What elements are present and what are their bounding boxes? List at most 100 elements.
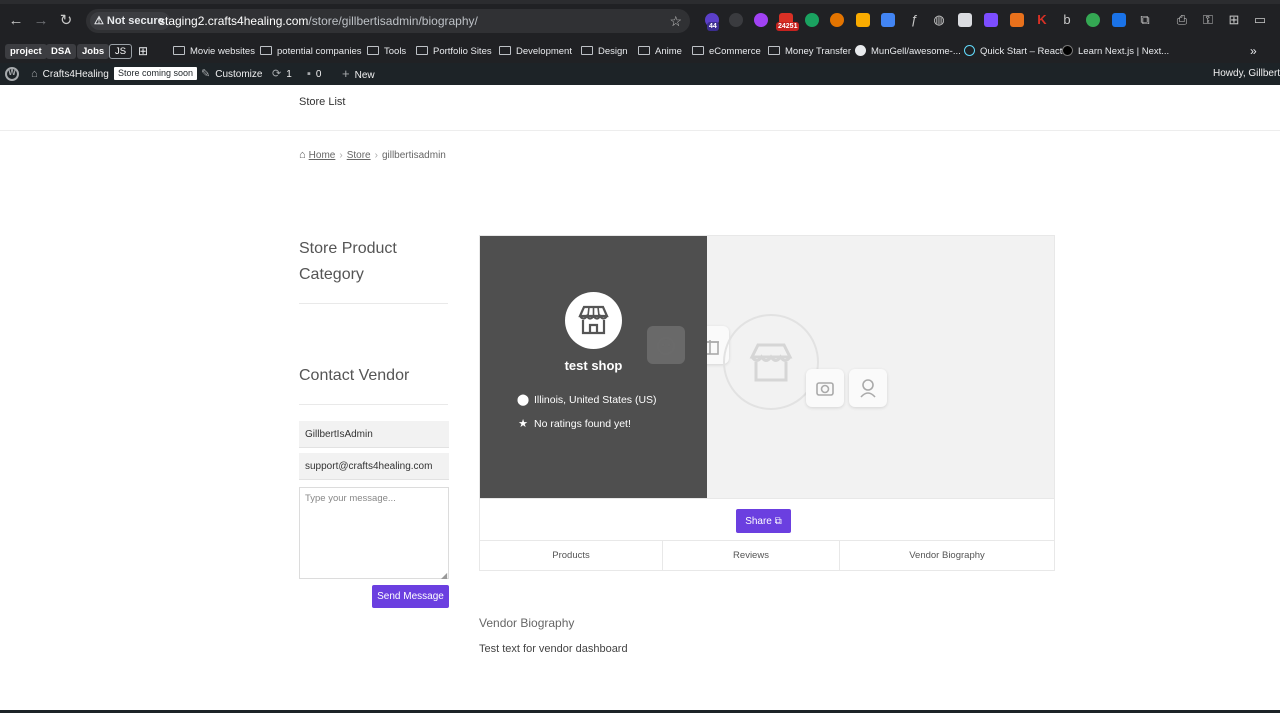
biography-heading: Vendor Biography	[479, 616, 575, 630]
bookmark-folder[interactable]: Movie websites	[173, 40, 255, 63]
bookmark-label: potential companies	[277, 46, 362, 57]
updates-icon: ⟳	[272, 68, 282, 80]
bookmark-folder[interactable]: Anime	[638, 40, 682, 63]
customize-link[interactable]: ✎ Customize	[201, 63, 262, 85]
account-menu[interactable]: Howdy, GillbertIsAdmin	[1213, 63, 1280, 85]
security-label: Not secure	[106, 15, 164, 27]
tab-products[interactable]: Products	[480, 541, 663, 571]
chair-icon	[860, 379, 876, 398]
resize-handle-icon[interactable]: ◢	[441, 571, 447, 580]
comments-link[interactable]: ▪ 0	[307, 63, 321, 85]
wordpress-icon[interactable]	[5, 67, 19, 81]
site-name-menu[interactable]: ⌂ Crafts4Healing	[31, 63, 109, 85]
video-extension-icon[interactable]	[958, 13, 972, 27]
new-content-menu[interactable]: + New	[342, 63, 375, 85]
security-chip[interactable]: ⚠ Not secure	[90, 12, 170, 30]
extension-badge: 24251	[776, 22, 800, 31]
plus-icon: +	[342, 66, 350, 81]
d-extension-icon[interactable]	[984, 13, 998, 27]
dashboard-icon: ⌂	[31, 68, 38, 80]
bookmark-link[interactable]: MunGell/awesome-...	[855, 40, 961, 63]
bookmark-folder[interactable]: Design	[581, 40, 628, 63]
message-textarea[interactable]	[299, 487, 449, 579]
breadcrumb-separator: ›	[339, 150, 343, 161]
folder-icon	[581, 46, 593, 55]
breadcrumb-store[interactable]: Store	[347, 150, 371, 161]
color-extension-icon[interactable]	[830, 13, 844, 27]
grid-icon[interactable]: ⊞	[1226, 12, 1242, 28]
camera-extension-icon[interactable]	[1010, 13, 1024, 27]
key-icon[interactable]: ⚿	[1200, 12, 1216, 28]
vendor-name-field[interactable]	[299, 421, 449, 448]
bookmark-star-icon[interactable]: ☆	[669, 9, 682, 33]
storefront-icon	[578, 305, 609, 335]
bookmark-folder[interactable]: Money Transfer	[768, 40, 851, 63]
reload-icon[interactable]: ↻	[57, 12, 75, 30]
more-bookmarks-button[interactable]: »	[1250, 40, 1257, 63]
share-label: Share	[745, 515, 772, 527]
breadcrumb-home[interactable]: Home	[309, 150, 336, 161]
bookmark-label: eCommerce	[709, 46, 761, 57]
wordpress-extension-icon[interactable]	[729, 13, 743, 27]
biography-text: Test text for vendor dashboard	[479, 643, 628, 655]
updates-link[interactable]: ⟳ 1	[272, 63, 292, 85]
share-button[interactable]: Share ⧉	[736, 509, 791, 533]
bookmark-folder[interactable]: Tools	[367, 40, 406, 63]
widget-divider	[299, 303, 448, 304]
brush-icon: ✎	[201, 68, 211, 80]
bookmark-js[interactable]: JS	[109, 44, 133, 59]
print-icon[interactable]: ⎙	[1174, 12, 1190, 28]
coming-soon-badge[interactable]: Store coming soon	[114, 63, 198, 85]
share-row: Share ⧉	[480, 498, 1054, 540]
font-extension-icon[interactable]: ƒ	[906, 12, 922, 28]
extension-badge: 44	[707, 22, 719, 31]
store-rating: ★ No ratings found yet!	[516, 417, 631, 430]
pen-extension-icon[interactable]	[754, 13, 768, 27]
globe-extension-icon[interactable]: ◍	[931, 12, 947, 28]
puzzle-extensions-icon[interactable]: ⧉	[1137, 12, 1153, 28]
tab-reviews[interactable]: Reviews	[663, 541, 840, 571]
tab-strip	[0, 0, 1280, 4]
camera-icon	[816, 382, 834, 396]
baby-icon	[657, 337, 675, 355]
bookmark-project[interactable]: project	[5, 44, 47, 59]
send-message-button[interactable]: Send Message	[372, 585, 449, 608]
store-list-link[interactable]: Store List	[299, 96, 345, 108]
grammar-extension-icon[interactable]	[805, 13, 819, 27]
address-bar[interactable]: ⚠ Not secure staging2.crafts4healing.com/…	[86, 9, 690, 33]
bookmark-dsa[interactable]: DSA	[46, 44, 77, 59]
notes-extension-icon[interactable]	[856, 13, 870, 27]
bookmark-folder[interactable]: eCommerce	[692, 40, 761, 63]
s-extension-icon[interactable]	[881, 13, 895, 27]
store-tabs: Products Reviews Vendor Biography	[480, 540, 1054, 571]
download-extension-icon[interactable]	[1112, 13, 1126, 27]
bookmark-folder[interactable]: Development	[499, 40, 572, 63]
bookmark-folder[interactable]: potential companies	[260, 40, 362, 63]
wp-admin-bar: ⌂ Crafts4Healing Store coming soon ✎ Custo…	[0, 63, 1280, 85]
bookmark-label: Design	[598, 46, 628, 57]
map-pin-icon: ⬤	[516, 394, 530, 406]
green-extension-icon[interactable]	[1086, 13, 1100, 27]
k-extension-icon[interactable]: K	[1034, 12, 1050, 28]
bookmark-label: Portfolio Sites	[433, 46, 492, 57]
tab-vendor-biography[interactable]: Vendor Biography	[840, 541, 1054, 571]
bookmark-link[interactable]: Learn Next.js | Next...	[1062, 40, 1169, 63]
folder-icon	[692, 46, 704, 55]
b-extension-icon[interactable]: b	[1059, 12, 1075, 28]
folder-icon	[499, 46, 511, 55]
bookmark-jobs[interactable]: Jobs	[77, 44, 110, 59]
bookmark-link[interactable]: Quick Start – React	[964, 40, 1062, 63]
back-icon[interactable]: ←	[7, 12, 25, 30]
vendor-email-field[interactable]	[299, 453, 449, 480]
folder-icon	[367, 46, 379, 55]
sidepanel-icon[interactable]: ▭	[1252, 12, 1268, 28]
forward-icon[interactable]: →	[32, 12, 50, 30]
url-text[interactable]: staging2.crafts4healing.com/store/gillbe…	[159, 9, 478, 33]
bookmark-label: Anime	[655, 46, 682, 57]
url-path: /store/gillbertisadmin/biography/	[308, 14, 478, 28]
bookmark-label: MunGell/awesome-...	[871, 46, 961, 57]
apps-grid-icon[interactable]: ⊞	[138, 40, 148, 63]
bookmark-folder[interactable]: Portfolio Sites	[416, 40, 492, 63]
storefront-icon	[749, 343, 793, 382]
github-icon	[855, 45, 866, 56]
